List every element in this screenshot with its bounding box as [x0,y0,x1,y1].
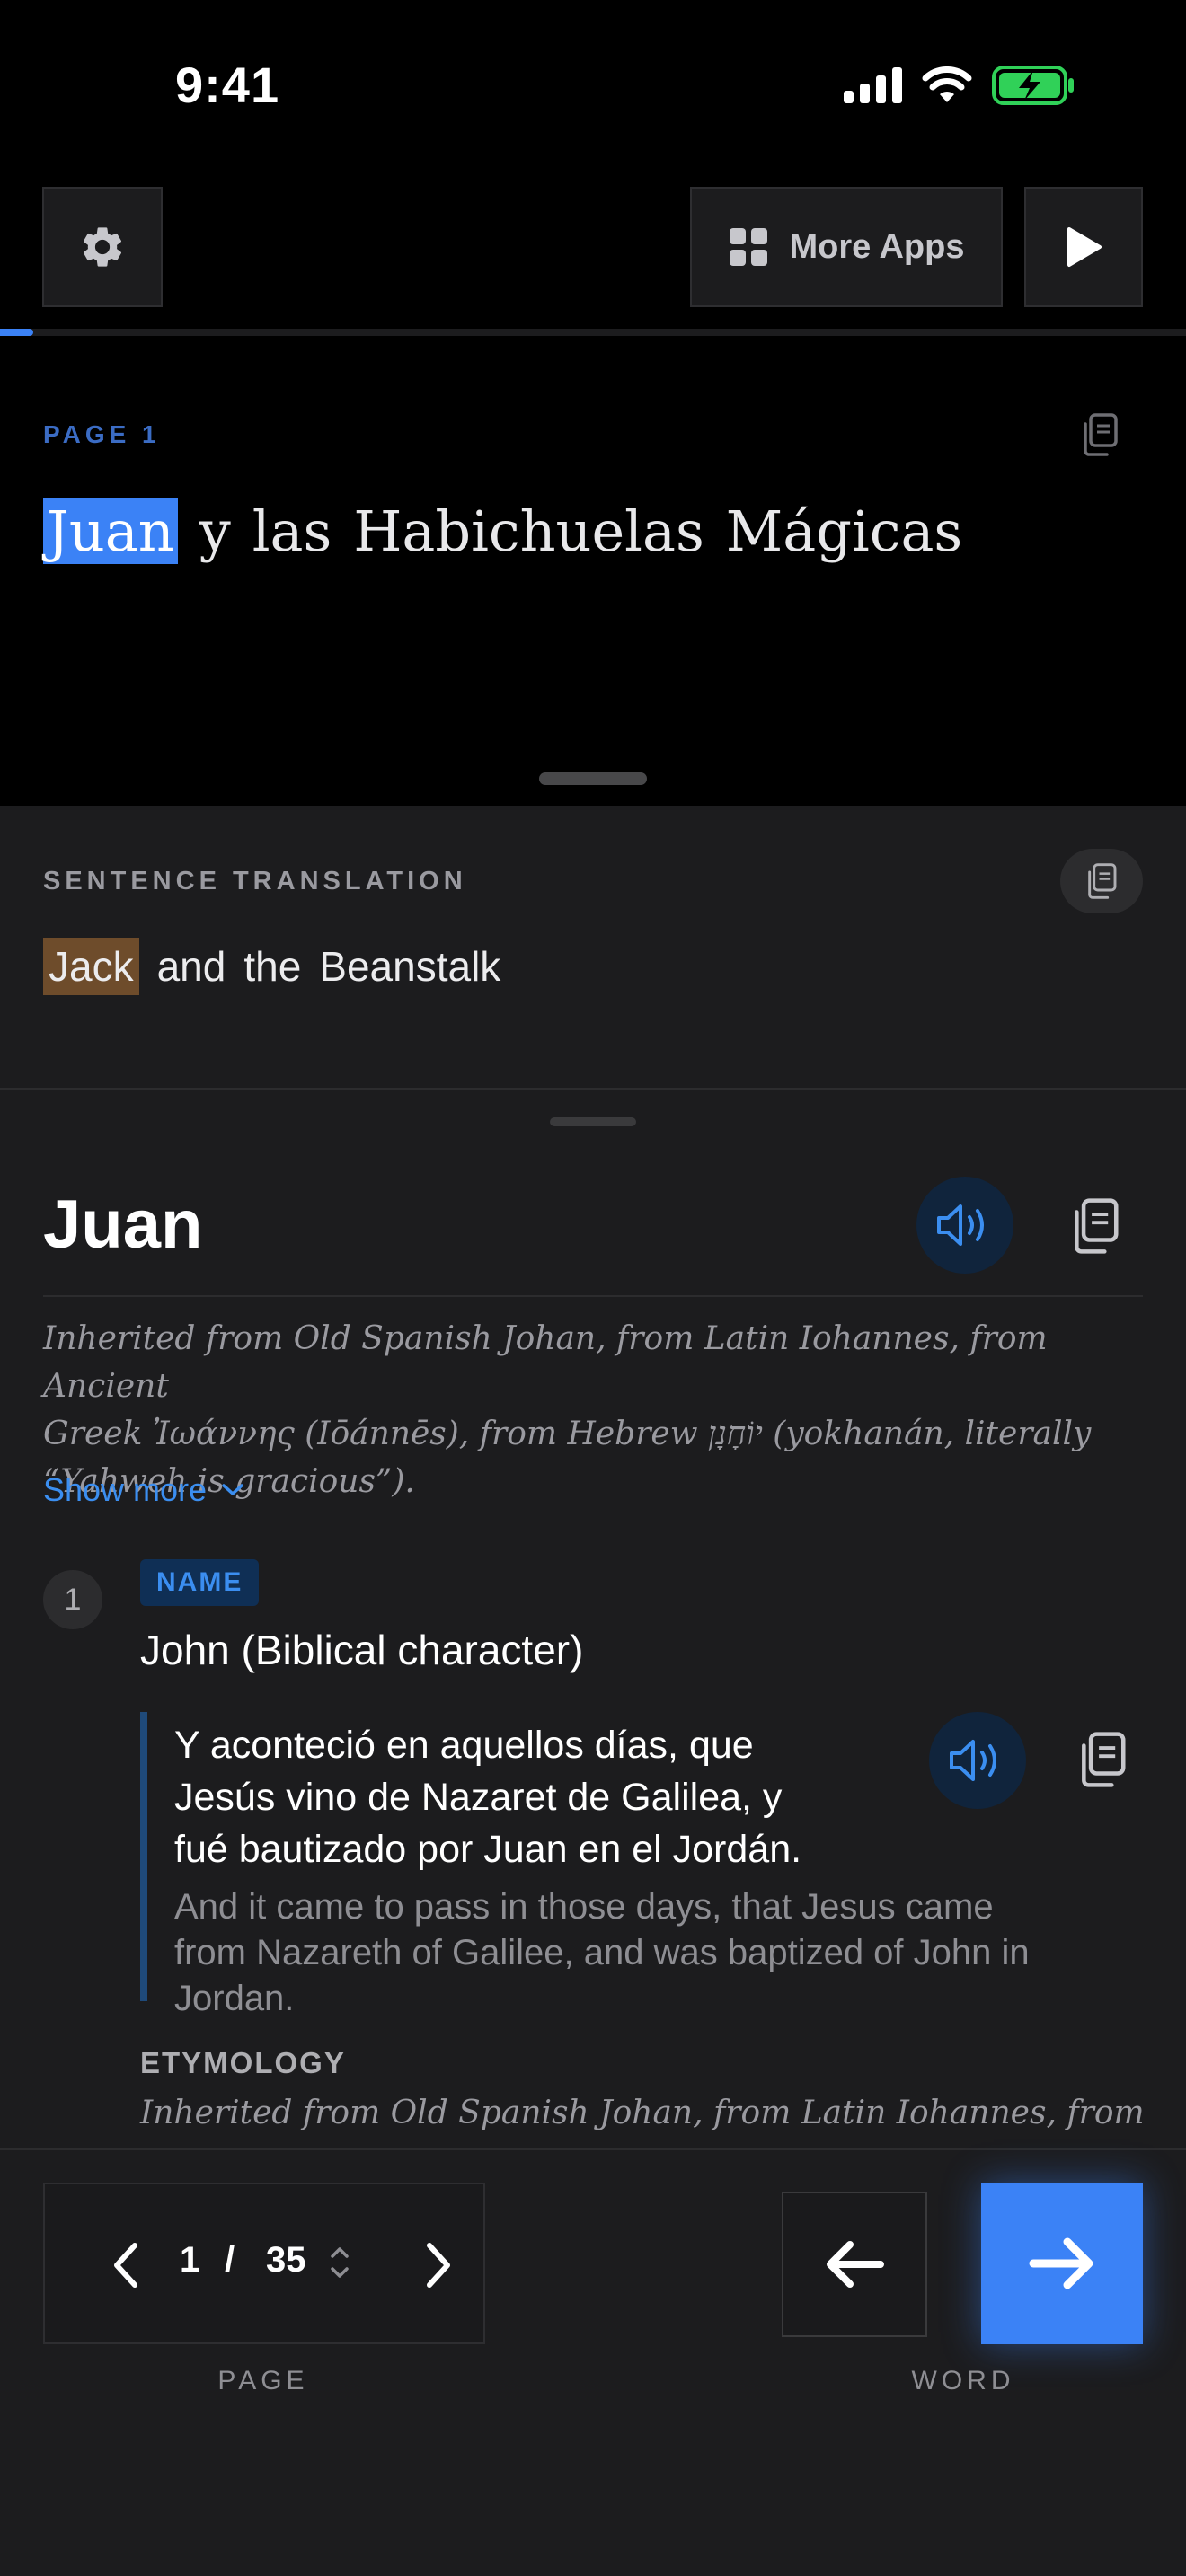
translation-word[interactable]: Jack [43,938,139,995]
sense-gloss: John (Biblical character) [140,1627,584,1673]
example-line: Y aconteció en aquellos días, que [174,1724,754,1767]
translation-copy-button[interactable] [1060,849,1143,913]
reading-progress-bar [0,329,1186,336]
play-button[interactable] [1024,187,1143,307]
pronounce-example-button[interactable] [929,1712,1026,1809]
source-sentence: Juan y las Habichuelas Mágicas [43,498,984,564]
copy-example-icon[interactable] [1075,1728,1130,1791]
status-icons [844,65,1076,106]
next-page-button[interactable] [403,2229,474,2301]
previous-page-button[interactable] [90,2229,162,2301]
copy-icon [1088,863,1117,899]
page-caption: PAGE [217,2366,309,2395]
arrow-right-icon [1029,2237,1093,2289]
copy-icon[interactable] [1078,411,1121,458]
show-more-label: Show more [43,1471,208,1508]
source-word[interactable]: Habichuelas [353,498,704,564]
previous-word-button[interactable] [782,2192,927,2337]
source-word[interactable]: las [252,498,332,564]
dictionary-panel: Juan Inherited from Old Spanish Johan, f… [0,1090,1186,2148]
speaker-icon [937,1204,984,1246]
etymology-line: Greek Ἰωάννης (Iōánnēs), from Hebrew יוֹ… [43,1416,1092,1452]
reader-drag-handle[interactable] [539,772,647,785]
status-bar: 9:41 [0,0,1186,171]
gear-icon [83,227,122,267]
page-separator: / [225,2240,235,2280]
chevron-right-icon [427,2243,450,2288]
example-sentence-block: Y aconteció en aquellos días, que Jesús … [140,1712,1143,2018]
translation-word[interactable]: the [243,943,301,990]
word-caption: WORD [911,2366,1015,2395]
etymology-label: ETYMOLOGY [140,2046,346,2079]
example-line: Jordan. [174,1979,295,2018]
toolbar: More Apps [0,187,1186,309]
example-spanish: Y aconteció en aquellos días, que Jesús … [174,1719,893,1875]
arrow-left-icon [827,2241,884,2288]
sense-number: 1 [43,1570,102,1629]
translation-panel: SENTENCE TRANSLATION Jack and the Beanstalk [0,806,1186,1090]
cellular-signal-icon [844,67,902,103]
translation-label: SENTENCE TRANSLATION [43,867,467,895]
next-word-button[interactable] [981,2183,1143,2344]
example-line: fué bautizado por Juan en el Jordán. [174,1828,802,1871]
copy-word-icon[interactable] [1067,1195,1123,1257]
chevron-down-icon [222,1484,243,1495]
etymology-line: Inherited from Old Spanish Johan, from L… [43,1320,1048,1405]
more-apps-label: More Apps [789,227,965,266]
status-time: 9:41 [175,57,280,113]
current-page-number[interactable]: 1 [180,2240,199,2280]
example-english: And it came to pass in those days, that … [174,1884,1136,2022]
pronounce-word-button[interactable] [916,1177,1013,1274]
wifi-icon [922,66,972,102]
total-pages: 35 [266,2240,306,2280]
grid-icon [729,228,767,266]
translation-word[interactable]: Beanstalk [319,943,500,990]
source-word[interactable]: y [199,498,231,564]
more-apps-button[interactable]: More Apps [690,187,1003,307]
translated-sentence: Jack and the Beanstalk [43,938,518,995]
settings-button[interactable] [42,187,163,307]
headword: Juan [43,1187,203,1263]
page-selector: 1 / 35 [43,2183,485,2344]
part-of-speech-badge: NAME [140,1559,260,1606]
example-line: And it came to pass in those days, that … [174,1887,994,1927]
sense-etymology: Inherited from Old Spanish Johan, from L… [140,2095,1145,2131]
source-word[interactable]: Mágicas [726,498,962,564]
chevron-up-down-icon[interactable] [322,2240,358,2285]
translation-word[interactable]: and [157,943,226,990]
play-icon [1067,227,1102,267]
source-word[interactable]: Juan [43,498,178,564]
chevron-left-icon [114,2243,137,2288]
dictionary-drag-handle[interactable] [550,1117,636,1126]
speaker-icon [950,1740,996,1781]
example-line: Jesús vino de Nazaret de Galilea, y [174,1776,783,1819]
example-line: from Nazareth of Galilee, and was baptiz… [174,1933,1030,1972]
divider [43,1295,1143,1297]
page-label: PAGE 1 [43,420,161,448]
show-more-link[interactable]: Show more [43,1471,244,1509]
reading-progress-fill [0,329,33,336]
bottom-navigation: 1 / 35 PAGE WORD [0,2148,1186,2576]
battery-charging-icon [992,66,1074,105]
